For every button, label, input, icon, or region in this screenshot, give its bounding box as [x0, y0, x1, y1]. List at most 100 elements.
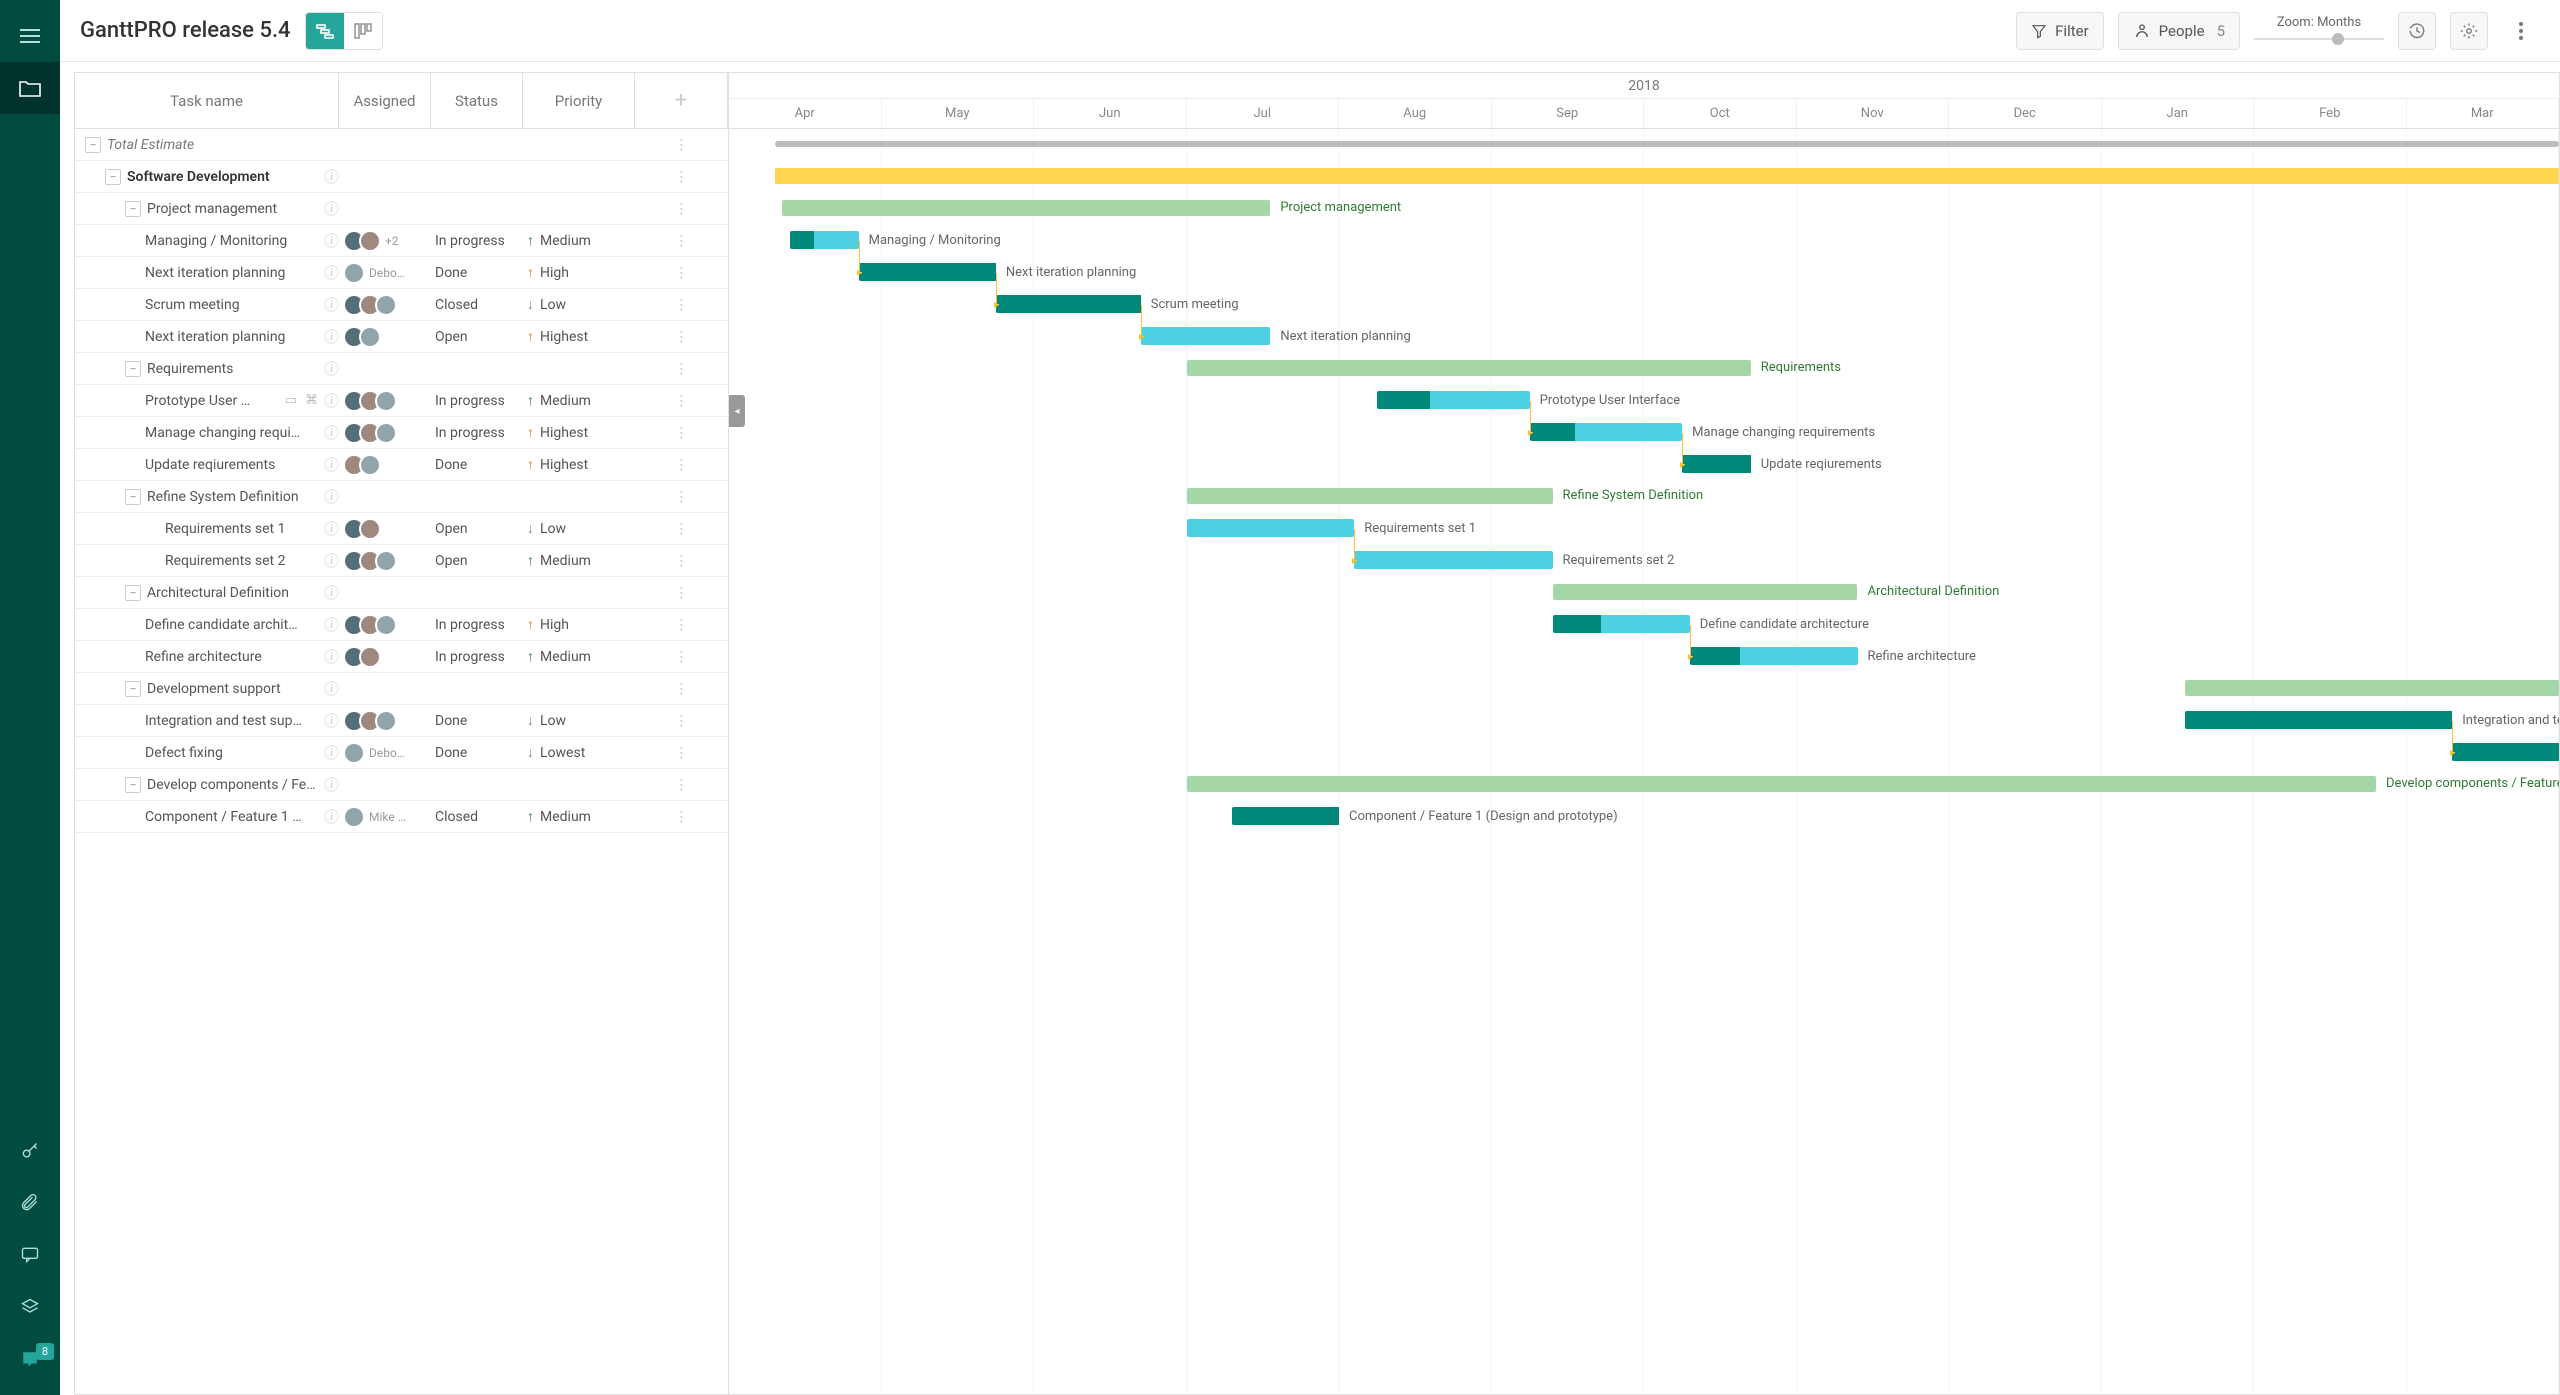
task-row[interactable]: Requirements set 2ⓘOpen↑Medium⋮ — [75, 545, 728, 577]
task-row[interactable]: Update reqiurementsⓘDone↑Highest⋮ — [75, 449, 728, 481]
status-cell[interactable]: Done — [431, 265, 523, 281]
info-icon[interactable]: ⓘ — [324, 262, 339, 283]
task-bar[interactable]: Requirements set 2 — [1354, 551, 1552, 569]
row-menu-button[interactable]: ⋮ — [635, 745, 728, 761]
row-menu-button[interactable]: ⋮ — [635, 265, 728, 281]
info-icon[interactable]: ⓘ — [324, 486, 339, 507]
task-row[interactable]: −Requirementsⓘ⋮ — [75, 353, 728, 385]
summary-bar[interactable]: Refine System Definition — [1187, 488, 1553, 504]
row-menu-button[interactable]: ⋮ — [635, 681, 728, 697]
status-cell[interactable]: Open — [431, 553, 523, 569]
row-menu-button[interactable]: ⋮ — [635, 137, 728, 153]
row-menu-button[interactable]: ⋮ — [635, 553, 728, 569]
info-icon[interactable]: ⓘ — [324, 454, 339, 475]
info-icon[interactable]: ⓘ — [324, 582, 339, 603]
avatar[interactable] — [343, 806, 365, 828]
history-button[interactable] — [2398, 12, 2436, 50]
collapse-button[interactable]: − — [125, 585, 141, 601]
row-menu-button[interactable]: ⋮ — [635, 329, 728, 345]
avatar[interactable] — [375, 710, 397, 732]
task-bar[interactable]: Integration and test — [2185, 711, 2452, 729]
task-row[interactable]: −Software Developmentⓘ⋮ — [75, 161, 728, 193]
info-icon[interactable]: ⓘ — [324, 678, 339, 699]
task-row[interactable]: Prototype User …▭⌘ⓘIn progress↑Medium⋮ — [75, 385, 728, 417]
summary-bar[interactable]: Architectural Definition — [1553, 584, 1858, 600]
row-menu-button[interactable]: ⋮ — [635, 521, 728, 537]
summary-bar[interactable]: Develop components / Feature — [1187, 776, 2377, 792]
task-row[interactable]: Refine architectureⓘIn progress↑Medium⋮ — [75, 641, 728, 673]
collapse-button[interactable]: − — [125, 201, 141, 217]
task-row[interactable]: Managing / Monitoringⓘ+2In progress↑Medi… — [75, 225, 728, 257]
task-row[interactable]: −Development supportⓘ⋮ — [75, 673, 728, 705]
task-row[interactable]: Next iteration planningⓘOpen↑Highest⋮ — [75, 321, 728, 353]
task-bar[interactable]: Refine architecture — [1690, 647, 1858, 665]
info-icon[interactable]: ⓘ — [324, 710, 339, 731]
info-icon[interactable]: ⓘ — [324, 774, 339, 795]
avatar[interactable] — [375, 390, 397, 412]
status-cell[interactable]: In progress — [431, 233, 523, 249]
task-bar[interactable]: Component / Feature 1 (Design and protot… — [1232, 807, 1339, 825]
gantt-view-button[interactable] — [306, 13, 344, 49]
task-bar[interactable]: Define candidate architecture — [1553, 615, 1690, 633]
menu-icon[interactable] — [0, 10, 60, 62]
info-icon[interactable]: ⓘ — [324, 646, 339, 667]
task-row[interactable]: Next iteration planningⓘDebo…Done↑High⋮ — [75, 257, 728, 289]
avatar[interactable] — [359, 230, 381, 252]
collapse-button[interactable]: − — [125, 681, 141, 697]
info-icon[interactable]: ⓘ — [324, 742, 339, 763]
task-bar[interactable]: Manage changing requirements — [1530, 423, 1682, 441]
status-cell[interactable]: Done — [431, 457, 523, 473]
attach-icon[interactable]: ⌘ — [305, 393, 318, 408]
zoom-control[interactable]: Zoom: Months — [2254, 15, 2384, 46]
task-row[interactable]: Define candidate archit…ⓘIn progress↑Hig… — [75, 609, 728, 641]
avatar[interactable] — [359, 646, 381, 668]
notification-icon[interactable]: 8 — [0, 1333, 60, 1385]
board-view-button[interactable] — [344, 13, 382, 49]
avatar[interactable] — [375, 550, 397, 572]
row-menu-button[interactable]: ⋮ — [635, 201, 728, 217]
task-bar[interactable]: Requirements set 1 — [1187, 519, 1355, 537]
row-menu-button[interactable]: ⋮ — [635, 457, 728, 473]
filter-button[interactable]: Filter — [2016, 12, 2104, 50]
task-bar[interactable]: Managing / Monitoring — [790, 231, 859, 249]
info-icon[interactable]: ⓘ — [324, 806, 339, 827]
task-bar[interactable]: Defect fixing — [2452, 743, 2559, 761]
info-icon[interactable]: ⓘ — [324, 390, 339, 411]
row-menu-button[interactable]: ⋮ — [635, 617, 728, 633]
avatar[interactable] — [359, 326, 381, 348]
info-icon[interactable]: ⓘ — [324, 294, 339, 315]
collapse-button[interactable]: − — [105, 169, 121, 185]
settings-button[interactable] — [2450, 12, 2488, 50]
key-icon[interactable] — [0, 1125, 60, 1177]
layers-icon[interactable] — [0, 1281, 60, 1333]
summary-bar[interactable]: Requirements — [1187, 360, 1751, 376]
avatar[interactable] — [359, 518, 381, 540]
panel-collapse-handle[interactable]: ◂ — [729, 395, 745, 427]
zoom-thumb[interactable] — [2332, 33, 2344, 45]
task-bar[interactable]: Scrum meeting — [996, 295, 1141, 313]
task-bar[interactable]: Prototype User Interface — [1377, 391, 1529, 409]
note-icon[interactable]: ▭ — [285, 393, 297, 408]
row-menu-button[interactable]: ⋮ — [635, 393, 728, 409]
row-menu-button[interactable]: ⋮ — [635, 585, 728, 601]
projects-icon[interactable] — [0, 62, 60, 114]
status-cell[interactable]: Open — [431, 329, 523, 345]
info-icon[interactable]: ⓘ — [324, 550, 339, 571]
info-icon[interactable]: ⓘ — [324, 358, 339, 379]
row-menu-button[interactable]: ⋮ — [635, 489, 728, 505]
task-row[interactable]: −Architectural Definitionⓘ⋮ — [75, 577, 728, 609]
total-bar[interactable] — [775, 141, 2559, 147]
task-row[interactable]: Requirements set 1ⓘOpen↓Low⋮ — [75, 513, 728, 545]
status-cell[interactable]: In progress — [431, 617, 523, 633]
task-bar[interactable]: Next iteration planning — [859, 263, 996, 281]
status-cell[interactable]: Done — [431, 745, 523, 761]
info-icon[interactable]: ⓘ — [324, 518, 339, 539]
row-menu-button[interactable]: ⋮ — [635, 361, 728, 377]
info-icon[interactable]: ⓘ — [324, 422, 339, 443]
collapse-button[interactable]: − — [125, 361, 141, 377]
row-menu-button[interactable]: ⋮ — [635, 169, 728, 185]
task-row[interactable]: −Total Estimate⋮ — [75, 129, 728, 161]
avatar[interactable] — [375, 294, 397, 316]
col-status[interactable]: Status — [431, 73, 523, 128]
avatar[interactable] — [375, 422, 397, 444]
